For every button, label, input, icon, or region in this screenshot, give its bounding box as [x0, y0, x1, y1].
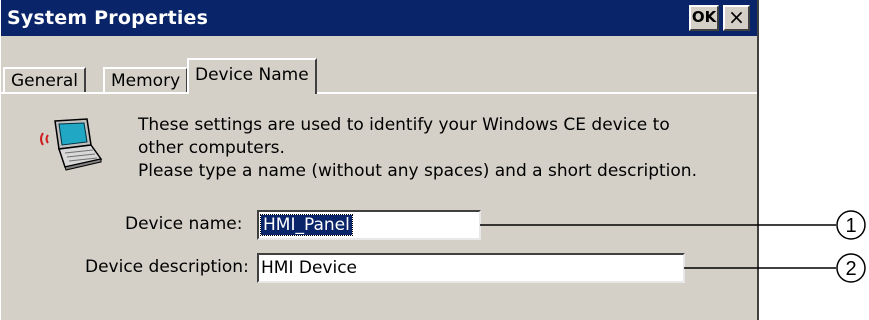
tab-device-name[interactable]: Device Name	[187, 58, 317, 94]
callout-layer: 1 2	[480, 210, 866, 283]
callout-number-1: 1	[845, 215, 856, 237]
callout-number-2: 2	[845, 258, 856, 280]
